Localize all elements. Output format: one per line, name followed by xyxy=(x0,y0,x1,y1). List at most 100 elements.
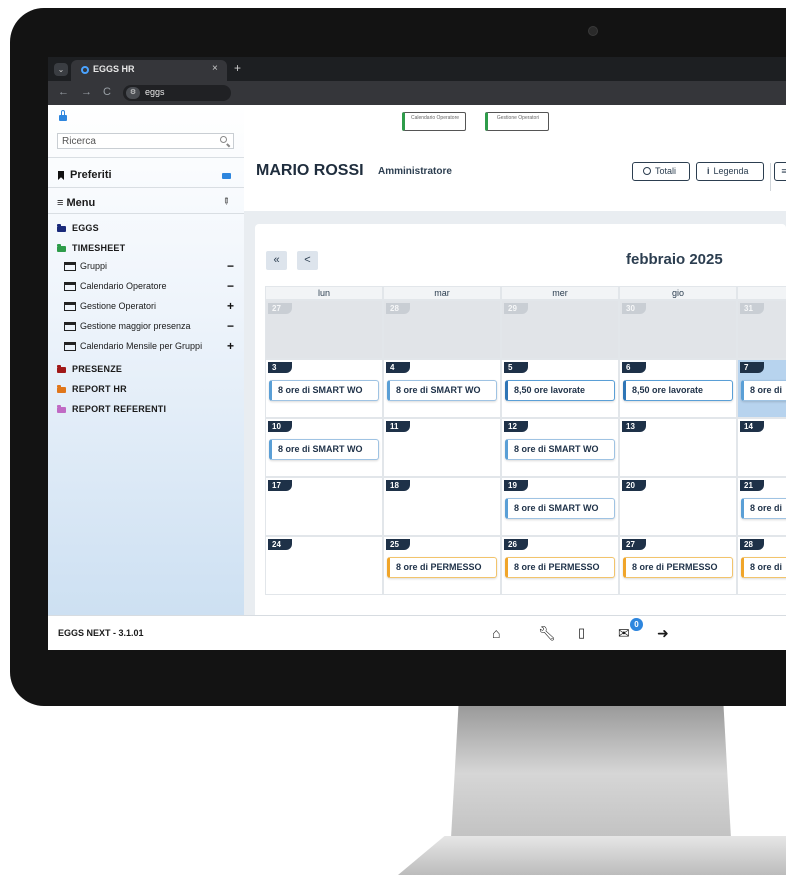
logout-icon[interactable]: ➜ xyxy=(657,625,669,642)
window-icon xyxy=(64,302,76,311)
calendar-event[interactable]: 8 ore di SMART WO xyxy=(387,380,497,401)
menu-item-gestione-operatori[interactable]: Gestione Operatori + xyxy=(62,299,238,315)
calendar-event[interactable]: 8 ore di SMART WO xyxy=(269,439,379,460)
tab-title: EGGS HR xyxy=(93,64,135,74)
day-cell[interactable]: 12 8 ore di SMART WO xyxy=(501,418,619,477)
collapse-icon[interactable]: − xyxy=(227,259,234,273)
menu-item-gruppi[interactable]: Gruppi − xyxy=(62,259,238,275)
browser-tab[interactable]: EGGS HR × xyxy=(71,60,227,81)
day-cell[interactable]: 31 xyxy=(737,300,786,359)
calendar-event[interactable]: 8,50 ore lavorate xyxy=(623,380,733,401)
category-label: TIMESHEET xyxy=(72,243,126,253)
expand-icon[interactable]: + xyxy=(227,339,234,353)
calendar-event[interactable]: 8 ore di SMART WO xyxy=(269,380,379,401)
day-number: 28 xyxy=(740,539,764,550)
day-number: 6 xyxy=(622,362,646,373)
day-cell[interactable]: 20 xyxy=(619,477,737,536)
day-cell[interactable]: 25 8 ore di PERMESSO xyxy=(383,536,501,595)
browser-tabbar: ⌄ EGGS HR × + xyxy=(48,57,786,81)
legenda-button[interactable]: i Legenda xyxy=(696,162,764,181)
day-cell[interactable]: 3 8 ore di SMART WO xyxy=(265,359,383,418)
day-cell[interactable]: 10 8 ore di SMART WO xyxy=(265,418,383,477)
category-label: REPORT HR xyxy=(72,384,127,394)
weekday-header: mer xyxy=(501,286,619,300)
pin-icon[interactable]: ✎ xyxy=(219,195,232,208)
menu-category-report-referenti[interactable]: REPORT REFERENTI xyxy=(48,403,244,417)
home-icon[interactable]: ⌂ xyxy=(492,625,500,641)
day-cell[interactable]: 28 8 ore di xyxy=(737,536,786,595)
day-cell[interactable]: 14 xyxy=(737,418,786,477)
folder-icon[interactable] xyxy=(222,173,231,179)
calendar-event[interactable]: 8 ore di xyxy=(741,498,786,519)
tablet-icon[interactable]: ▯ xyxy=(578,625,585,641)
collapse-icon[interactable]: − xyxy=(227,319,234,333)
calendar-event[interactable]: 8 ore di PERMESSO xyxy=(505,557,615,578)
day-cell[interactable]: 24 xyxy=(265,536,383,595)
menu-item-calendario-mensile-gruppi[interactable]: Calendario Mensile per Gruppi + xyxy=(62,339,238,355)
clock-icon xyxy=(643,167,651,175)
calendar-event[interactable]: 8 ore di xyxy=(741,380,786,401)
day-cell[interactable]: 17 xyxy=(265,477,383,536)
search-input[interactable]: Ricerca xyxy=(57,133,234,149)
day-cell[interactable]: 5 8,50 ore lavorate xyxy=(501,359,619,418)
day-cell[interactable]: 27 xyxy=(265,300,383,359)
day-number: 17 xyxy=(268,480,292,491)
address-bar[interactable]: ⚙ eggs xyxy=(123,85,231,101)
button-label: Gestione Operatori xyxy=(496,115,540,121)
new-tab-button[interactable]: + xyxy=(234,61,241,75)
prev-month-button[interactable]: < xyxy=(297,251,318,270)
weekday-header: gio xyxy=(619,286,737,300)
day-cell[interactable]: 4 8 ore di SMART WO xyxy=(383,359,501,418)
menu-category-report-hr[interactable]: REPORT HR xyxy=(48,383,244,397)
day-number: 3 xyxy=(268,362,292,373)
calendar-event[interactable]: 8,50 ore lavorate xyxy=(505,380,615,401)
menu-button[interactable]: ≡ xyxy=(774,162,786,181)
menu-item-gestione-maggior-presenza[interactable]: Gestione maggior presenza − xyxy=(62,319,238,335)
forward-button[interactable]: → xyxy=(81,86,92,98)
calendario-operatore-button[interactable]: Calendario Operatore xyxy=(402,112,466,131)
day-cell[interactable]: 11 xyxy=(383,418,501,477)
search-icon[interactable] xyxy=(220,136,227,143)
tab-list-icon[interactable]: ⌄ xyxy=(54,63,68,76)
first-month-button[interactable]: « xyxy=(266,251,287,270)
category-label: EGGS xyxy=(72,223,99,233)
day-cell[interactable]: 29 xyxy=(501,300,619,359)
wrench-icon[interactable]: 🔧︎ xyxy=(538,625,556,642)
menu-heading[interactable]: ≡ Menu xyxy=(57,197,95,209)
tab-close-button[interactable]: × xyxy=(212,63,218,74)
calendar-event[interactable]: 8 ore di SMART WO xyxy=(505,439,615,460)
day-cell[interactable]: 13 xyxy=(619,418,737,477)
day-cell[interactable]: 27 8 ore di PERMESSO xyxy=(619,536,737,595)
mail-icon[interactable]: ✉ xyxy=(618,625,630,642)
menu-category-eggs[interactable]: EGGS xyxy=(48,222,244,236)
day-cell[interactable]: 30 xyxy=(619,300,737,359)
day-cell[interactable]: 26 8 ore di PERMESSO xyxy=(501,536,619,595)
menu-category-presenze[interactable]: PRESENZE xyxy=(48,363,244,377)
totali-button[interactable]: Totali xyxy=(632,162,690,181)
gestione-operatori-button[interactable]: Gestione Operatori xyxy=(485,112,549,131)
day-cell[interactable]: 18 xyxy=(383,477,501,536)
menu-item-label: Gestione maggior presenza xyxy=(80,321,191,331)
menu-category-timesheet[interactable]: TIMESHEET xyxy=(48,242,244,256)
unlock-icon[interactable] xyxy=(59,110,67,121)
calendar-event[interactable]: 8 ore di xyxy=(741,557,786,578)
back-button[interactable]: ← xyxy=(58,86,69,98)
day-number: 5 xyxy=(504,362,528,373)
day-cell[interactable]: 19 8 ore di SMART WO xyxy=(501,477,619,536)
site-info-icon[interactable]: ⚙ xyxy=(126,87,140,99)
weekday-header: mar xyxy=(383,286,501,300)
calendar-event[interactable]: 8 ore di PERMESSO xyxy=(387,557,497,578)
day-cell[interactable]: 6 8,50 ore lavorate xyxy=(619,359,737,418)
calendar-event[interactable]: 8 ore di SMART WO xyxy=(505,498,615,519)
expand-icon[interactable]: + xyxy=(227,299,234,313)
menu-item-label: Gestione Operatori xyxy=(80,301,157,311)
reload-button[interactable]: C xyxy=(103,86,111,98)
day-cell[interactable]: 7 8 ore di xyxy=(737,359,786,418)
day-cell[interactable]: 28 xyxy=(383,300,501,359)
day-cell[interactable]: 21 8 ore di xyxy=(737,477,786,536)
calendar-event[interactable]: 8 ore di PERMESSO xyxy=(623,557,733,578)
menu-item-calendario-operatore[interactable]: Calendario Operatore − xyxy=(62,279,238,295)
day-number: 20 xyxy=(622,480,646,491)
preferiti-heading[interactable]: Preferiti xyxy=(70,169,112,181)
collapse-icon[interactable]: − xyxy=(227,279,234,293)
